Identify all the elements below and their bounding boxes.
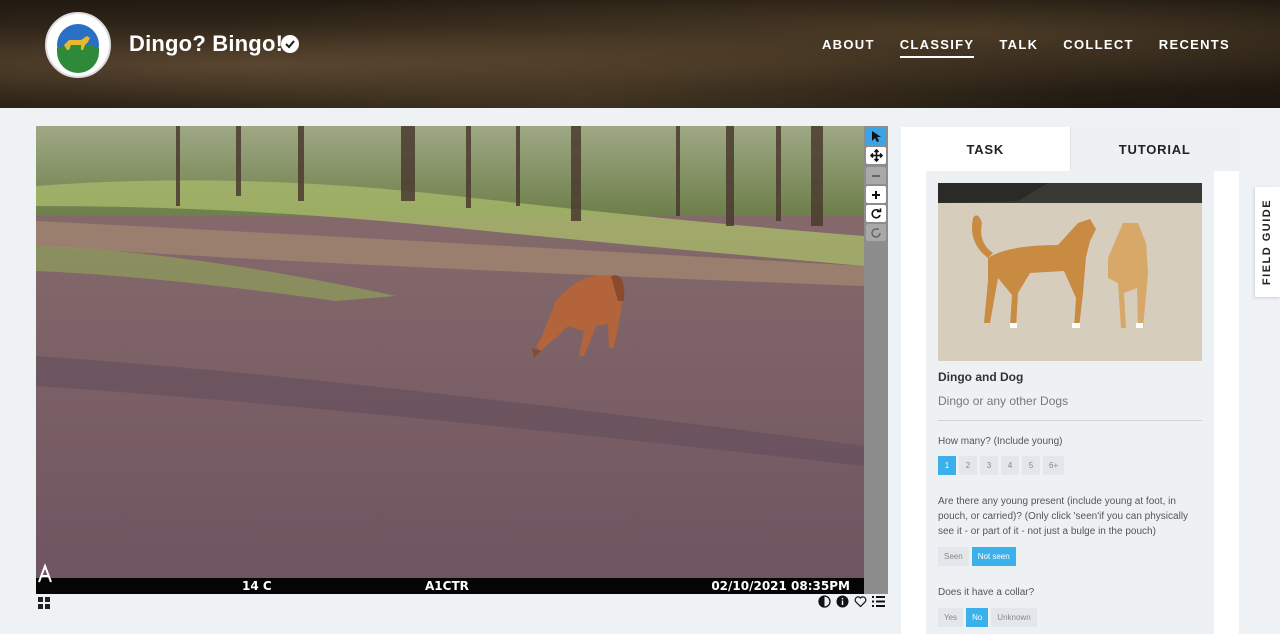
answer-count-4[interactable]: 4 [1001, 456, 1019, 475]
camera-brand-icon [36, 562, 54, 584]
rotate-icon[interactable] [866, 205, 886, 222]
divider [938, 420, 1202, 421]
answer-count-3[interactable]: 3 [980, 456, 998, 475]
info-icon[interactable] [836, 595, 849, 608]
question-young-present: Are there any young present (include you… [938, 496, 1189, 537]
question-how-many: How many? (Include young) [938, 436, 1063, 447]
choice-name: Dingo and Dog [938, 370, 1024, 384]
answers-collar: Yes No Unknown [938, 608, 1037, 627]
nav-collect[interactable]: COLLECT [1063, 37, 1133, 58]
heart-icon[interactable] [854, 595, 867, 608]
choice-description: Dingo or any other Dogs [938, 394, 1069, 408]
task-area: Dingo and Dog Dingo or any other Dogs Ho… [926, 171, 1214, 634]
viewer-actions [818, 595, 885, 608]
camera-datetime: 02/10/2021 08:35PM [711, 579, 850, 593]
zoom-out-icon[interactable] [866, 167, 886, 184]
move-icon[interactable] [866, 147, 886, 164]
nav-classify[interactable]: CLASSIFY [899, 37, 975, 58]
project-header: Dingo? Bingo! ABOUT CLASSIFY TALK COLLEC… [0, 0, 1280, 108]
answer-count-6plus[interactable]: 6+ [1043, 456, 1065, 475]
choice-image [938, 183, 1202, 361]
verified-badge-icon [281, 35, 299, 53]
tab-tutorial[interactable]: TUTORIAL [1069, 127, 1239, 171]
project-logo[interactable] [45, 12, 111, 78]
zoom-in-icon[interactable] [866, 186, 886, 203]
answers-young-present: Seen Not seen [938, 547, 1016, 566]
answer-no[interactable]: No [966, 608, 989, 627]
grid-view-icon[interactable] [38, 596, 50, 609]
camera-temperature: 14 C [242, 579, 272, 593]
field-guide-label: FIELD GUIDE [1261, 198, 1274, 286]
answers-how-many: 1 2 3 4 5 6+ [938, 456, 1065, 475]
camera-id: A1CTR [425, 579, 469, 593]
camera-trap-image[interactable] [36, 126, 864, 578]
pointer-icon[interactable] [866, 128, 886, 145]
answer-not-seen[interactable]: Not seen [971, 547, 1016, 566]
nav-recents[interactable]: RECENTS [1159, 37, 1230, 58]
list-icon[interactable] [872, 595, 885, 608]
question-collar: Does it have a collar? [938, 587, 1035, 598]
nav-talk[interactable]: TALK [999, 37, 1038, 58]
answer-count-1[interactable]: 1 [938, 456, 956, 475]
image-toolbar [864, 126, 888, 594]
tab-task[interactable]: TASK [901, 127, 1070, 171]
answer-unknown[interactable]: Unknown [991, 608, 1037, 627]
answer-count-2[interactable]: 2 [959, 456, 977, 475]
answer-yes[interactable]: Yes [938, 608, 964, 627]
project-nav: ABOUT CLASSIFY TALK COLLECT RECENTS [822, 37, 1230, 58]
task-panel: TASK TUTORIAL Dingo and Dog Dingo or any… [901, 127, 1239, 634]
reset-icon[interactable] [866, 224, 886, 241]
answer-count-5[interactable]: 5 [1022, 456, 1040, 475]
answer-seen[interactable]: Seen [938, 547, 969, 566]
camera-info-strip: 14 C A1CTR 02/10/2021 08:35PM [36, 578, 864, 594]
invert-icon[interactable] [818, 595, 831, 608]
project-title[interactable]: Dingo? Bingo! [129, 31, 283, 57]
task-tabs: TASK TUTORIAL [901, 127, 1239, 171]
nav-about[interactable]: ABOUT [822, 37, 875, 58]
field-guide-button[interactable]: FIELD GUIDE [1255, 187, 1280, 297]
subject-viewer[interactable]: 14 C A1CTR 02/10/2021 08:35PM [36, 126, 864, 594]
